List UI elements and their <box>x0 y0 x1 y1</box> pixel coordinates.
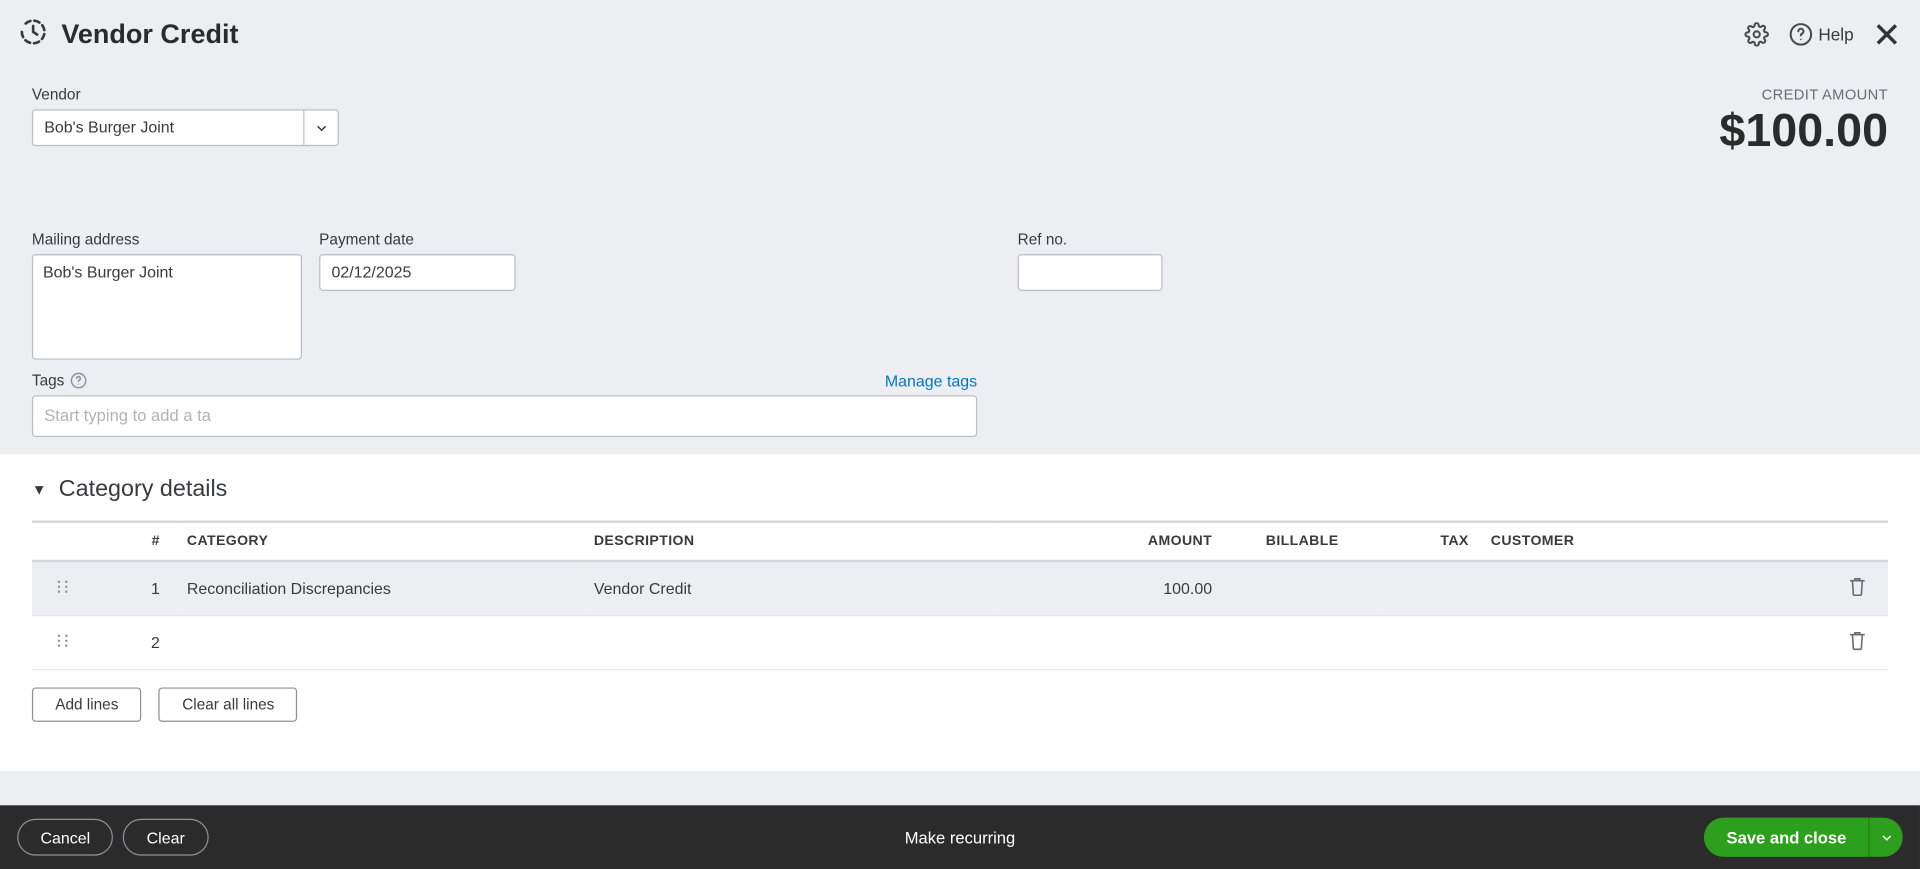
chevron-down-icon[interactable] <box>303 110 337 144</box>
cell-customer[interactable] <box>1481 615 1826 669</box>
col-num: # <box>94 521 177 560</box>
cell-tax[interactable] <box>1380 561 1481 616</box>
cell-customer[interactable] <box>1481 561 1826 616</box>
clear-button[interactable]: Clear <box>123 819 208 856</box>
cell-description[interactable] <box>584 615 999 669</box>
col-drag <box>32 521 94 560</box>
form-scroll[interactable]: Vendor Bob's Burger Joint CREDIT AMOUNT … <box>0 69 1920 806</box>
history-icon[interactable] <box>17 15 49 53</box>
cell-billable[interactable] <box>1224 561 1380 616</box>
payment-date-input[interactable] <box>319 254 515 291</box>
table-row[interactable]: 1 Reconciliation Discrepancies Vendor Cr… <box>32 561 1888 616</box>
help-button[interactable]: Help <box>1789 22 1854 47</box>
triangle-down-icon: ▼ <box>32 481 47 498</box>
trash-icon[interactable] <box>1848 581 1865 599</box>
cell-amount[interactable] <box>999 615 1225 669</box>
credit-amount-value: $100.00 <box>1719 106 1888 160</box>
drag-handle-icon[interactable] <box>56 633 71 651</box>
ref-no-label: Ref no. <box>1018 230 1163 247</box>
col-amount: AMOUNT <box>999 521 1225 560</box>
help-label: Help <box>1818 25 1853 45</box>
add-lines-button[interactable]: Add lines <box>32 687 142 721</box>
cell-billable[interactable] <box>1224 615 1380 669</box>
vendor-label: Vendor <box>32 86 339 103</box>
manage-tags-link[interactable]: Manage tags <box>885 372 977 390</box>
trash-icon[interactable] <box>1848 636 1865 654</box>
page-title: Vendor Credit <box>61 18 238 50</box>
col-tax: TAX <box>1380 521 1481 560</box>
category-details-title: Category details <box>59 476 228 503</box>
cell-category[interactable] <box>177 615 584 669</box>
cancel-button[interactable]: Cancel <box>17 819 113 856</box>
col-delete <box>1826 521 1888 560</box>
ref-no-input[interactable] <box>1018 254 1163 291</box>
make-recurring-link[interactable]: Make recurring <box>905 828 1016 846</box>
tags-label: Tags <box>32 372 64 389</box>
settings-icon[interactable] <box>1740 17 1774 51</box>
drag-handle-icon[interactable] <box>56 579 71 597</box>
close-icon[interactable] <box>1868 16 1905 53</box>
table-row[interactable]: 2 <box>32 615 1888 669</box>
save-and-close-button[interactable]: Save and close <box>1704 818 1868 857</box>
cell-description[interactable]: Vendor Credit <box>584 561 999 616</box>
cell-num: 1 <box>94 561 177 616</box>
mailing-address-label: Mailing address <box>32 230 302 247</box>
col-customer: CUSTOMER <box>1481 521 1826 560</box>
mailing-address-input[interactable] <box>32 254 302 360</box>
col-category: CATEGORY <box>177 521 584 560</box>
cell-num: 2 <box>94 615 177 669</box>
clear-all-lines-button[interactable]: Clear all lines <box>159 687 298 721</box>
vendor-value: Bob's Burger Joint <box>33 110 303 144</box>
cell-tax[interactable] <box>1380 615 1481 669</box>
save-more-button[interactable] <box>1868 818 1902 857</box>
category-table: # CATEGORY DESCRIPTION AMOUNT BILLABLE T… <box>32 520 1888 670</box>
cell-category[interactable]: Reconciliation Discrepancies <box>177 561 584 616</box>
cell-amount[interactable]: 100.00 <box>999 561 1225 616</box>
tags-input[interactable] <box>32 395 977 437</box>
question-icon[interactable] <box>70 372 87 389</box>
vendor-select[interactable]: Bob's Burger Joint <box>32 109 339 146</box>
col-description: DESCRIPTION <box>584 521 999 560</box>
payment-date-label: Payment date <box>319 230 515 247</box>
category-details-toggle[interactable]: ▼ Category details <box>32 476 1888 503</box>
credit-amount-label: CREDIT AMOUNT <box>1719 86 1888 103</box>
col-billable: BILLABLE <box>1224 521 1380 560</box>
